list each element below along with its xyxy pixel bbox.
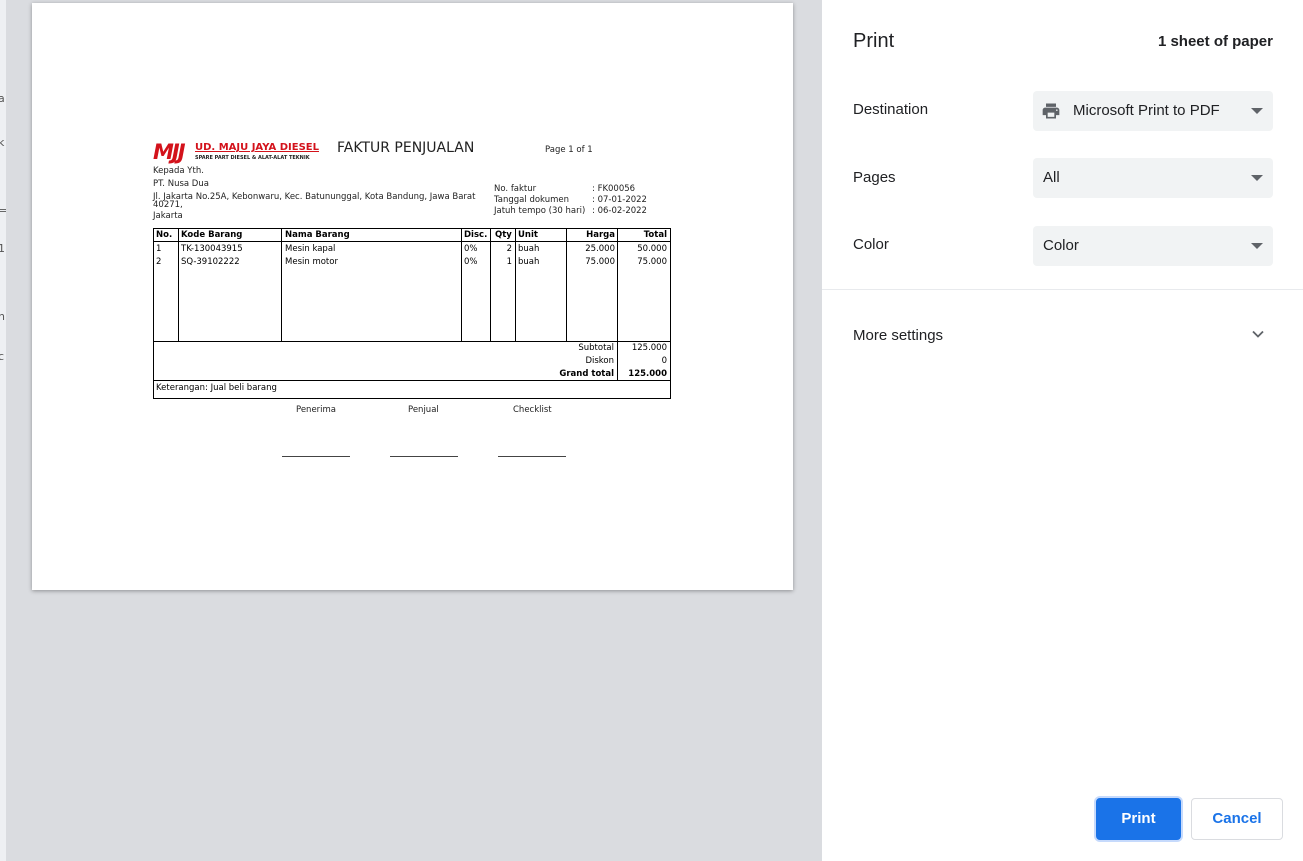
meta-value: : FK00056 (592, 184, 636, 194)
cell-total: 50.000 (637, 244, 667, 254)
panel-title: Print (853, 30, 895, 52)
page-info: Page 1 of 1 (545, 145, 593, 155)
meta-label: Jatuh tempo (30 hari) (494, 206, 586, 216)
recipient-greeting: Kepada Yth. (153, 166, 204, 176)
more-settings-toggle[interactable]: More settings (822, 315, 1303, 355)
company-name: UD. MAJU JAYA DIESEL (195, 142, 319, 153)
signature-label: Penjual (408, 405, 439, 415)
cell-no: 2 (156, 257, 162, 267)
printer-icon (1042, 103, 1060, 119)
column-header: Nama Barang (285, 230, 350, 240)
chevron-down-icon (1252, 330, 1264, 338)
cell-disc: 0% (464, 244, 478, 254)
cell-code: TK-130043915 (181, 244, 243, 254)
cell-name: Mesin kapal (285, 244, 336, 254)
meta-value: : 06-02-2022 (592, 206, 647, 216)
cell-disc: 0% (464, 257, 478, 267)
cell-unit: buah (518, 257, 540, 267)
signature-label: Checklist (513, 405, 552, 415)
recipient-name: PT. Nusa Dua (153, 179, 209, 189)
color-value: Color (1043, 237, 1079, 254)
column-header: No. (156, 230, 173, 240)
pages-value: All (1043, 169, 1060, 186)
meta-value: : 07-01-2022 (592, 195, 647, 205)
color-label: Color (853, 236, 889, 253)
dropdown-arrow-icon (1251, 175, 1263, 181)
dropdown-arrow-icon (1251, 243, 1263, 249)
column-header: Total (643, 230, 667, 240)
cell-price: 25.000 (585, 244, 615, 254)
column-divider (515, 229, 516, 342)
recipient-address-line2: 40271, (153, 200, 183, 210)
pages-label: Pages (853, 169, 896, 186)
sheet-count: 1 sheet of paper (1157, 33, 1273, 50)
column-header: Qty (495, 230, 512, 240)
items-table: No. Kode Barang Nama Barang Disc. Qty Un… (153, 228, 671, 399)
summary-divider (154, 380, 670, 381)
recipient-city: Jakarta (153, 211, 183, 221)
print-settings-panel: Print 1 sheet of paper Destination Micro… (822, 0, 1303, 861)
pages-select[interactable]: All (1033, 158, 1273, 198)
print-button[interactable]: Print (1096, 798, 1181, 840)
column-header: Kode Barang (181, 230, 243, 240)
grand-total-label: Grand total (559, 369, 614, 379)
more-settings-label: More settings (853, 327, 944, 344)
signature-line (498, 456, 566, 457)
meta-label: No. faktur (494, 184, 537, 194)
meta-label: Tanggal dokumen (494, 195, 569, 205)
settings-divider (822, 289, 1303, 290)
cancel-button[interactable]: Cancel (1191, 798, 1283, 840)
invoice-note: Keterangan: Jual beli barang (156, 383, 277, 393)
summary-label: Subtotal (578, 343, 614, 353)
invoice-title: FAKTUR PENJUALAN (337, 140, 475, 156)
summary-value: 125.000 (631, 343, 667, 353)
signature-line (282, 456, 350, 457)
company-logo: MJJ (153, 140, 186, 164)
destination-select[interactable]: Microsoft Print to PDF (1033, 91, 1273, 131)
column-divider (281, 229, 282, 342)
summary-value: 0 (661, 356, 667, 366)
destination-label: Destination (853, 101, 929, 118)
cell-name: Mesin motor (285, 257, 338, 267)
column-header: Unit (518, 230, 538, 240)
cell-price: 75.000 (585, 257, 615, 267)
cell-total: 75.000 (637, 257, 667, 267)
body-divider (154, 341, 670, 342)
destination-value: Microsoft Print to PDF (1073, 102, 1220, 119)
signature-label: Penerima (296, 405, 337, 415)
cell-no: 1 (156, 244, 162, 254)
column-divider (461, 229, 462, 342)
column-header: Harga (586, 230, 615, 240)
recipient-address-line1: Jl. Jakarta No.25A, Kebonwaru, Kec. Batu… (153, 192, 476, 202)
print-preview-area[interactable]: MJJ UD. MAJU JAYA DIESEL SPARE PART DIES… (6, 0, 822, 861)
dropdown-arrow-icon (1251, 108, 1263, 114)
preview-page: MJJ UD. MAJU JAYA DIESEL SPARE PART DIES… (32, 3, 793, 590)
color-select[interactable]: Color (1033, 226, 1273, 266)
cell-unit: buah (518, 244, 540, 254)
signature-line (390, 456, 458, 457)
grand-total-value: 125.000 (628, 369, 667, 379)
cell-qty: 1 (506, 257, 512, 267)
header-divider (154, 241, 670, 242)
column-divider (178, 229, 179, 342)
column-header: Disc. (464, 230, 488, 240)
cell-code: SQ-39102222 (181, 257, 240, 267)
cell-qty: 2 (506, 244, 512, 254)
company-tagline: SPARE PART DIESEL & ALAT-ALAT TEKNIK (195, 155, 310, 161)
summary-label: Diskon (585, 356, 614, 366)
